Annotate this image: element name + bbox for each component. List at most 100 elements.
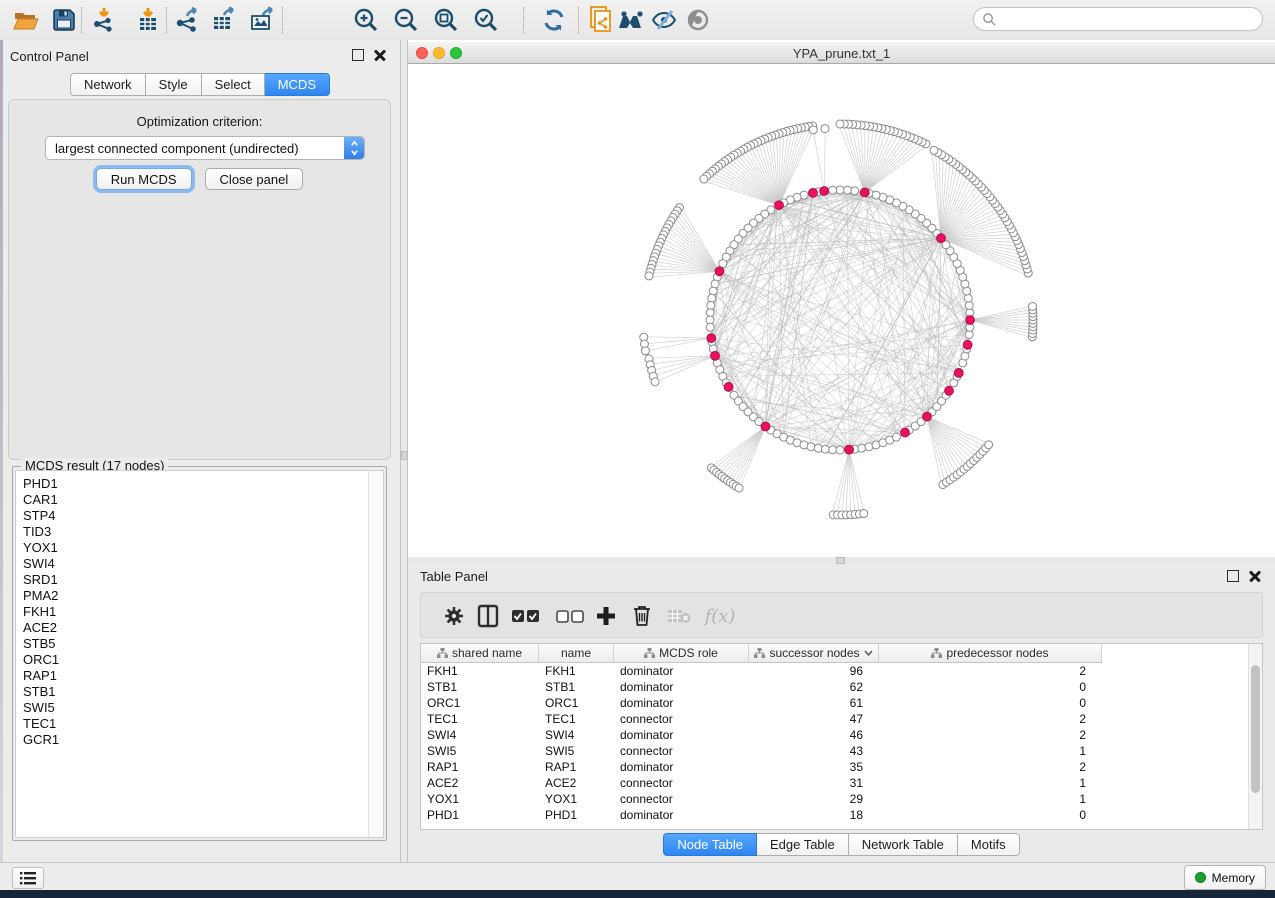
criterion-select[interactable]: largest connected component (undirected) <box>45 136 365 160</box>
vertical-splitter[interactable] <box>401 40 408 862</box>
import-table-icon[interactable] <box>132 5 164 35</box>
float-panel-icon[interactable] <box>352 49 364 61</box>
table-row[interactable]: RAP1RAP1dominator352 <box>421 759 1102 775</box>
cell-successor-nodes: 29 <box>749 791 879 807</box>
toggle-panes-icon[interactable] <box>473 601 503 631</box>
table-row[interactable]: ACE2ACE2connector311 <box>421 775 1102 791</box>
result-list-item[interactable]: PMA2 <box>23 588 383 604</box>
result-scrollbar[interactable] <box>368 471 383 837</box>
export-table-icon[interactable] <box>208 5 240 35</box>
column-header-name[interactable]: name <box>539 644 614 663</box>
table-row[interactable]: FKH1FKH1dominator962 <box>421 663 1102 679</box>
network-window-title: YPA_prune.txt_1 <box>408 46 1275 61</box>
save-session-icon[interactable] <box>48 5 80 35</box>
show-graphics-icon[interactable] <box>682 5 714 35</box>
result-list-item[interactable]: STP4 <box>23 508 383 524</box>
search-box[interactable] <box>973 7 1263 31</box>
run-mcds-button[interactable]: Run MCDS <box>96 168 192 190</box>
table-row[interactable]: ORC1ORC1dominator610 <box>421 695 1102 711</box>
result-list-item[interactable]: FKH1 <box>23 604 383 620</box>
task-history-button[interactable] <box>12 867 44 889</box>
cell-MCDS-role: connector <box>614 711 749 727</box>
result-list-item[interactable]: TEC1 <box>23 716 383 732</box>
refresh-icon[interactable] <box>538 5 570 35</box>
result-list-item[interactable]: STB1 <box>23 684 383 700</box>
scrollbar-thumb[interactable] <box>1251 665 1260 793</box>
result-list-item[interactable]: YOX1 <box>23 540 383 556</box>
network-canvas[interactable] <box>408 64 1275 557</box>
result-list-item[interactable]: ORC1 <box>23 652 383 668</box>
cell-shared-name: STB1 <box>421 679 539 695</box>
network-overview-icon[interactable] <box>616 5 648 35</box>
column-header-successor-nodes[interactable]: successor nodes <box>749 644 879 663</box>
cell-shared-name: ORC1 <box>421 695 539 711</box>
splitter-grip[interactable] <box>836 557 845 564</box>
import-network-icon[interactable] <box>88 5 120 35</box>
close-panel-icon[interactable] <box>374 49 386 61</box>
cell-name: ORC1 <box>539 695 614 711</box>
export-network-icon[interactable] <box>172 5 204 35</box>
tab-network[interactable]: Network <box>70 73 146 96</box>
tab-mcds[interactable]: MCDS <box>265 73 330 96</box>
memory-button[interactable]: Memory <box>1184 865 1266 890</box>
hide-graphics-icon[interactable] <box>648 5 680 35</box>
deselect-all-checkboxes-icon[interactable] <box>555 601 585 631</box>
result-list-item[interactable]: TID3 <box>23 524 383 540</box>
table-settings-icon[interactable] <box>439 601 469 631</box>
function-builder-icon[interactable]: f(x) <box>699 601 741 631</box>
tab-style[interactable]: Style <box>146 73 202 96</box>
delete-column-icon[interactable] <box>627 601 657 631</box>
result-list-item[interactable]: SWI5 <box>23 700 383 716</box>
add-column-icon[interactable] <box>591 601 621 631</box>
table-row[interactable]: PHD1PHD1dominator180 <box>421 807 1102 823</box>
table-scrollbar[interactable] <box>1248 644 1262 829</box>
desktop-wallpaper-edge <box>0 890 1275 898</box>
network-window-titlebar[interactable]: YPA_prune.txt_1 <box>408 42 1275 64</box>
result-list-item[interactable]: GCR1 <box>23 732 383 748</box>
search-input[interactable] <box>997 11 1251 27</box>
cell-predecessor-nodes: 2 <box>879 711 1102 727</box>
tab-node-table[interactable]: Node Table <box>663 833 757 856</box>
column-header-MCDS-role[interactable]: MCDS role <box>614 644 749 663</box>
tab-network-table[interactable]: Network Table <box>849 833 958 856</box>
table-row[interactable]: TEC1TEC1connector472 <box>421 711 1102 727</box>
result-list-item[interactable]: RAP1 <box>23 668 383 684</box>
table-row[interactable]: SWI4SWI4dominator462 <box>421 727 1102 743</box>
result-list-item[interactable]: ACE2 <box>23 620 383 636</box>
table-row[interactable]: YOX1YOX1connector291 <box>421 791 1102 807</box>
zoom-out-icon[interactable] <box>390 5 422 35</box>
horizontal-splitter[interactable] <box>408 557 1275 564</box>
result-list-item[interactable]: SWI4 <box>23 556 383 572</box>
tab-edge-table[interactable]: Edge Table <box>757 833 849 856</box>
mcds-result-list[interactable]: PHD1CAR1STP4TID3YOX1SWI4SRD1PMA2FKH1ACE2… <box>15 470 384 838</box>
table-row[interactable]: STB1STB1dominator620 <box>421 679 1102 695</box>
close-panel-icon[interactable] <box>1249 570 1261 582</box>
cell-successor-nodes: 35 <box>749 759 879 775</box>
zoom-in-icon[interactable] <box>350 5 382 35</box>
result-list-item[interactable]: SRD1 <box>23 572 383 588</box>
column-header-shared-name[interactable]: shared name <box>421 644 539 663</box>
column-header-predecessor-nodes[interactable]: predecessor nodes <box>879 644 1102 663</box>
share-session-icon[interactable] <box>585 5 617 35</box>
node-table[interactable]: shared namenameMCDS rolesuccessor nodesp… <box>420 643 1263 830</box>
delete-table-icon[interactable] <box>664 601 694 631</box>
network-graph[interactable] <box>408 64 1275 557</box>
result-list-item[interactable]: STB5 <box>23 636 383 652</box>
cell-successor-nodes: 96 <box>749 663 879 679</box>
tab-motifs[interactable]: Motifs <box>958 833 1020 856</box>
cell-predecessor-nodes: 0 <box>879 695 1102 711</box>
export-image-icon[interactable] <box>246 5 278 35</box>
result-list-item[interactable]: CAR1 <box>23 492 383 508</box>
table-row[interactable]: SWI5SWI5connector431 <box>421 743 1102 759</box>
result-list-item[interactable]: PHD1 <box>23 476 383 492</box>
toolbar-separator <box>166 7 167 33</box>
open-file-icon[interactable] <box>10 5 42 35</box>
zoom-fit-icon[interactable] <box>430 5 462 35</box>
cell-predecessor-nodes: 2 <box>879 759 1102 775</box>
select-all-checkboxes-icon[interactable] <box>511 601 541 631</box>
tab-select[interactable]: Select <box>202 73 265 96</box>
close-panel-button[interactable]: Close panel <box>205 168 304 190</box>
float-panel-icon[interactable] <box>1227 570 1239 582</box>
splitter-grip[interactable] <box>401 451 408 460</box>
zoom-selected-icon[interactable] <box>470 5 502 35</box>
